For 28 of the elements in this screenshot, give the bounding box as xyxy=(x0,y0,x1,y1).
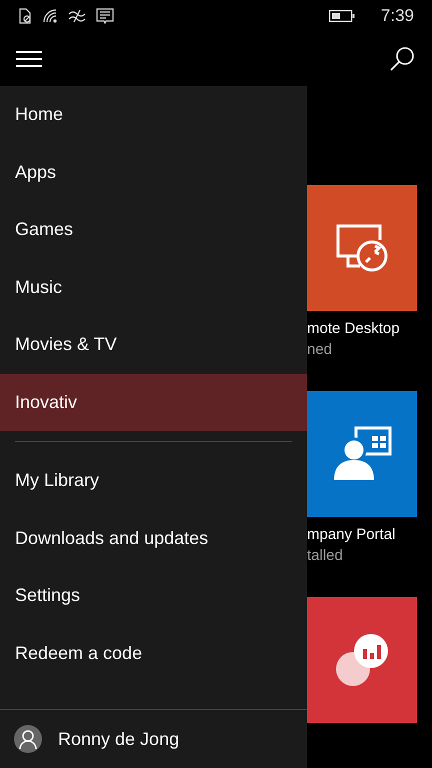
app-tile[interactable] xyxy=(307,185,417,311)
menu-item[interactable]: Movies & TV xyxy=(0,316,307,374)
avatar-icon xyxy=(14,725,42,753)
menu-item[interactable]: Music xyxy=(0,258,307,316)
message-icon xyxy=(96,8,114,24)
menu-item[interactable]: Home xyxy=(0,86,307,144)
analytics-icon xyxy=(335,633,389,687)
search-button[interactable] xyxy=(388,45,416,73)
menu-item[interactable]: Inovativ xyxy=(0,374,307,431)
clock-time: 7:39 xyxy=(380,5,414,28)
no-sim-icon xyxy=(18,8,32,24)
menu-item[interactable]: Downloads and updates xyxy=(0,510,307,567)
app-name: mpany Portal xyxy=(307,525,396,545)
menu-button[interactable] xyxy=(16,50,42,68)
battery-icon xyxy=(328,10,355,22)
app-tile[interactable] xyxy=(307,597,417,723)
app-tile[interactable] xyxy=(307,391,417,517)
user-account-button[interactable]: Ronny de Jong xyxy=(0,710,307,768)
menu-item[interactable]: Settings xyxy=(0,567,307,624)
menu-item[interactable]: My Library xyxy=(0,452,307,510)
app-name: mote Desktop xyxy=(307,319,401,339)
menu-item[interactable]: Apps xyxy=(0,144,307,201)
person-dashboard-icon xyxy=(332,426,392,482)
signal-icon xyxy=(42,8,58,24)
app-status: talled xyxy=(307,546,344,566)
menu-item[interactable]: Games xyxy=(0,201,307,258)
menu-item[interactable]: Redeem a code xyxy=(0,624,307,682)
app-status: ned xyxy=(307,340,334,360)
